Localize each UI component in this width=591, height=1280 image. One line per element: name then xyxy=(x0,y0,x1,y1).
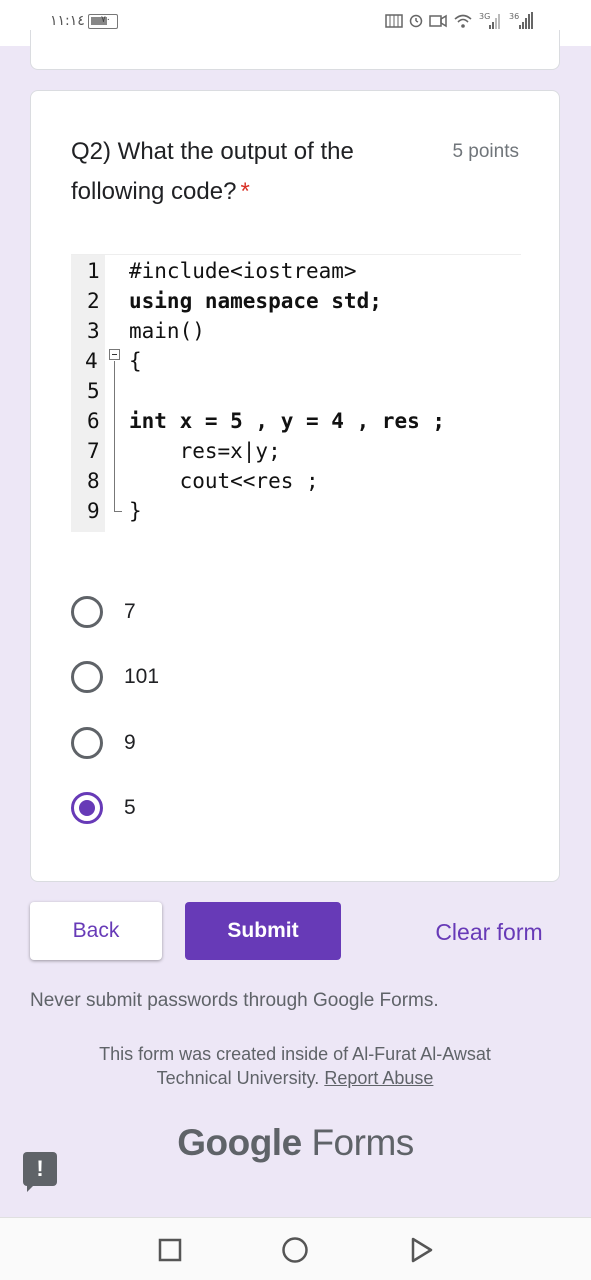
code-line-7: 7 res=x|y; xyxy=(71,439,281,469)
code-line-9: 9 } xyxy=(71,499,147,529)
line-number: 2 xyxy=(87,289,100,313)
battery-icon: ٧٠ xyxy=(88,14,118,29)
back-nav-icon[interactable] xyxy=(405,1235,435,1265)
code-line-8: 8 cout<<res ; xyxy=(71,469,319,499)
code-text: } xyxy=(129,499,142,523)
code-line-2: 2 using namespace std; xyxy=(71,289,382,319)
code-image: 1 #include<iostream> 2 using namespace s… xyxy=(71,254,521,532)
line-number: 3 xyxy=(87,319,100,343)
line-number: 6 xyxy=(87,409,100,433)
wifi-icon xyxy=(453,13,473,29)
radio-button[interactable] xyxy=(71,596,103,628)
logo-google: Google xyxy=(177,1122,302,1163)
option-7[interactable]: 7 xyxy=(71,592,136,632)
status-time: ١١:١٤ xyxy=(50,13,85,29)
submit-button[interactable]: Submit xyxy=(185,902,341,960)
line-number: 4 xyxy=(85,349,98,373)
line-number: 5 xyxy=(87,379,100,403)
option-label[interactable]: 101 xyxy=(124,665,159,689)
question-title: Q2) What the output of the following cod… xyxy=(71,132,421,212)
code-text: #include<iostream> xyxy=(129,259,357,283)
signal-icon-2: 36 xyxy=(509,12,535,30)
status-icons: 3G 36 xyxy=(385,12,535,30)
created-by-text: This form was created inside of Al-Furat… xyxy=(60,1042,530,1090)
option-9[interactable]: 9 xyxy=(71,723,136,763)
option-label[interactable]: 5 xyxy=(124,796,136,820)
line-number: 8 xyxy=(87,469,100,493)
code-text: { xyxy=(129,349,142,373)
question-text: Q2) What the output of the following cod… xyxy=(71,138,354,205)
radio-button[interactable] xyxy=(71,727,103,759)
home-icon[interactable] xyxy=(280,1235,310,1265)
alarm-icon xyxy=(409,14,423,28)
code-text: cout<<res ; xyxy=(129,469,319,493)
code-text: int x = 5 , y = 4 , res ; xyxy=(129,409,446,433)
code-line-1: 1 #include<iostream> xyxy=(71,259,357,289)
line-number: 1 xyxy=(87,259,100,283)
signal-icon-1: 3G xyxy=(479,12,503,30)
radio-button[interactable] xyxy=(71,661,103,693)
svg-text:36: 36 xyxy=(509,12,519,21)
previous-question-card xyxy=(30,30,560,70)
password-warning: Never submit passwords through Google Fo… xyxy=(30,990,439,1011)
screen-record-icon xyxy=(385,13,403,29)
option-5[interactable]: 5 xyxy=(71,788,136,828)
question-points: 5 points xyxy=(452,141,519,162)
feedback-icon[interactable]: ! xyxy=(23,1152,57,1192)
logo-forms: Forms xyxy=(311,1122,414,1163)
report-abuse-link[interactable]: Report Abuse xyxy=(324,1068,433,1088)
question-card: Q2) What the output of the following cod… xyxy=(30,90,560,882)
code-line-5: 5 xyxy=(71,379,147,409)
navigation-bar xyxy=(0,1217,591,1280)
line-number: 9 xyxy=(87,499,100,523)
code-text: res=x|y; xyxy=(129,439,281,463)
line-number: 7 xyxy=(87,439,100,463)
recent-apps-icon[interactable] xyxy=(155,1235,185,1265)
clear-form-button[interactable]: Clear form xyxy=(418,912,560,952)
code-text: using namespace std; xyxy=(129,289,382,313)
required-asterisk: * xyxy=(240,178,250,205)
code-line-6: 6 int x = 5 , y = 4 , res ; xyxy=(71,409,445,439)
google-forms-logo[interactable]: Google Forms xyxy=(0,1122,591,1164)
option-label[interactable]: 7 xyxy=(124,600,136,624)
back-button[interactable]: Back xyxy=(30,902,162,960)
video-icon xyxy=(429,14,447,28)
code-line-4: 4 { xyxy=(71,349,147,379)
battery-text: ٧٠ xyxy=(101,15,111,25)
code-text: main() xyxy=(129,319,205,343)
svg-text:3G: 3G xyxy=(479,12,490,21)
option-label[interactable]: 9 xyxy=(124,731,136,755)
option-101[interactable]: 101 xyxy=(71,657,159,697)
radio-button-selected[interactable] xyxy=(71,792,103,824)
code-line-3: 3 main() xyxy=(71,319,205,349)
